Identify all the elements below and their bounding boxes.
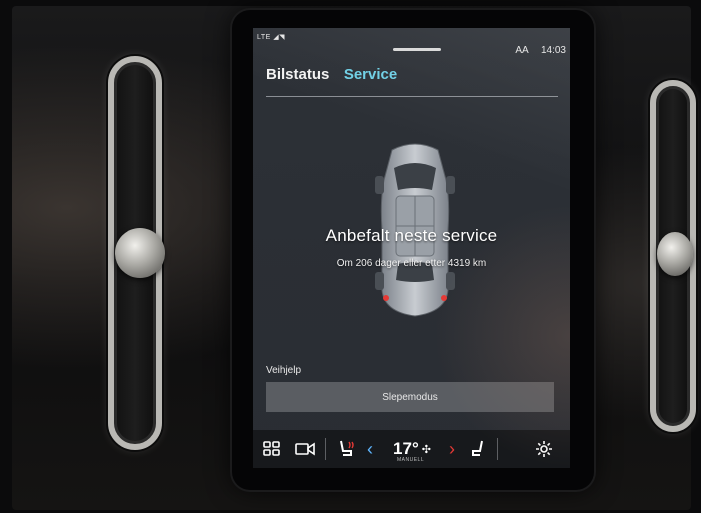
climate-mode-label: MANUELL bbox=[397, 457, 425, 463]
temperature-value: 17° bbox=[393, 439, 419, 458]
video-camera-icon[interactable] bbox=[293, 430, 317, 468]
chevron-left-icon[interactable]: ‹ bbox=[363, 430, 377, 468]
roadside-section-label: Veihjelp bbox=[266, 365, 302, 376]
pull-down-handle[interactable] bbox=[393, 48, 441, 51]
infotainment-screen: LTE ◢◥ AA 14:03 Bilstatus Service Anbefa… bbox=[253, 28, 570, 468]
tab-bilstatus[interactable]: Bilstatus bbox=[266, 66, 329, 83]
service-title: Anbefalt neste service bbox=[325, 226, 498, 245]
climate-divider-right bbox=[497, 438, 498, 460]
fan-icon: ✣ bbox=[421, 443, 431, 456]
gear-icon[interactable] bbox=[533, 430, 555, 468]
tab-bar: Bilstatus Service bbox=[266, 66, 397, 84]
seat-heat-driver-icon[interactable] bbox=[335, 430, 357, 468]
status-bar: LTE ◢◥ AA 14:03 bbox=[253, 28, 570, 56]
chevron-right-icon[interactable]: › bbox=[445, 430, 459, 468]
tab-divider bbox=[266, 96, 558, 97]
tab-service[interactable]: Service bbox=[344, 66, 397, 83]
signal-icon: ◢◥ bbox=[273, 34, 286, 41]
climate-divider-left bbox=[325, 438, 326, 460]
climate-bar: ‹ 17° ✣ MANUELL › bbox=[253, 430, 570, 468]
lte-label: LTE bbox=[257, 34, 271, 41]
left-vent-knob bbox=[115, 228, 165, 278]
seat-heat-passenger-icon[interactable] bbox=[467, 430, 489, 468]
tow-mode-button[interactable]: Slepemodus bbox=[266, 382, 554, 412]
service-detail: Om 206 dager eller etter 4319 km bbox=[336, 258, 487, 269]
clock: 14:03 bbox=[540, 45, 566, 56]
status-right: AA 14:03 bbox=[505, 45, 566, 56]
temperature-control[interactable]: 17° ✣ MANUELL bbox=[387, 430, 437, 468]
text-size-indicator: AA bbox=[515, 45, 529, 56]
signal-status: LTE ◢◥ bbox=[257, 33, 285, 41]
apps-grid-icon[interactable] bbox=[261, 430, 283, 468]
right-vent-knob bbox=[657, 232, 693, 276]
